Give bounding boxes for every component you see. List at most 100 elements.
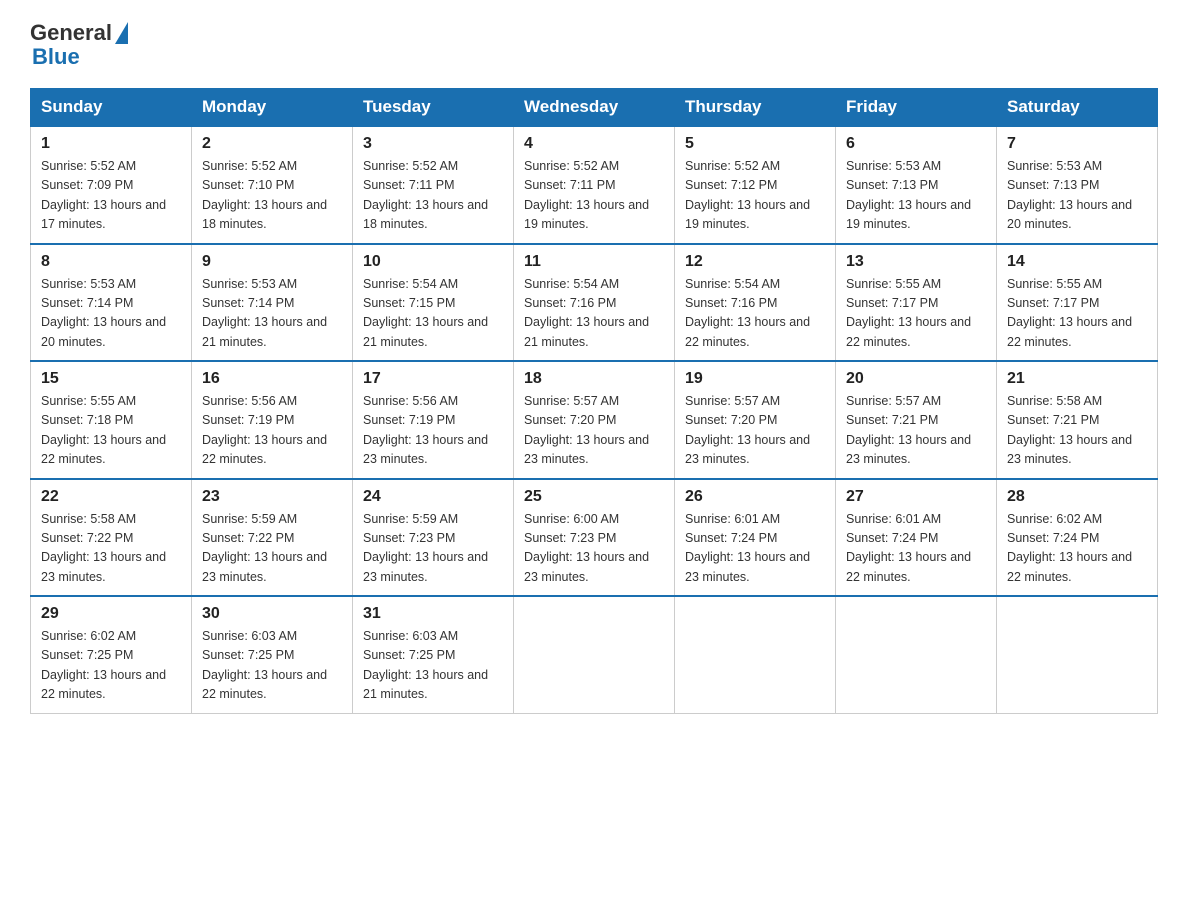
day-info: Sunrise: 5:54 AMSunset: 7:15 PMDaylight:… — [363, 275, 503, 353]
day-info: Sunrise: 6:01 AMSunset: 7:24 PMDaylight:… — [846, 510, 986, 588]
day-cell — [997, 596, 1158, 713]
logo-blue-text: Blue — [32, 44, 80, 70]
day-number: 11 — [524, 253, 664, 271]
day-info: Sunrise: 5:53 AMSunset: 7:14 PMDaylight:… — [202, 275, 342, 353]
day-info: Sunrise: 6:01 AMSunset: 7:24 PMDaylight:… — [685, 510, 825, 588]
header-cell-friday: Friday — [836, 89, 997, 127]
day-cell: 15 Sunrise: 5:55 AMSunset: 7:18 PMDayligh… — [31, 361, 192, 479]
day-info: Sunrise: 5:58 AMSunset: 7:22 PMDaylight:… — [41, 510, 181, 588]
day-cell: 7Sunrise: 5:53 AMSunset: 7:13 PMDaylight… — [997, 126, 1158, 244]
day-number: 9 — [202, 253, 342, 271]
day-cell: 18 Sunrise: 5:57 AMSunset: 7:20 PMDayligh… — [514, 361, 675, 479]
logo-general-text: General — [30, 20, 112, 46]
day-info: Sunrise: 5:52 AMSunset: 7:10 PMDaylight:… — [202, 157, 342, 235]
day-number: 25 — [524, 488, 664, 506]
day-number: 12 — [685, 253, 825, 271]
day-number: 19 — [685, 370, 825, 388]
header-cell-thursday: Thursday — [675, 89, 836, 127]
day-info: Sunrise: 5:55 AMSunset: 7:17 PMDaylight:… — [846, 275, 986, 353]
logo-line2: Blue — [30, 44, 80, 70]
day-info: Sunrise: 5:59 AMSunset: 7:22 PMDaylight:… — [202, 510, 342, 588]
day-cell: 12 Sunrise: 5:54 AMSunset: 7:16 PMDayligh… — [675, 244, 836, 362]
day-number: 3 — [363, 135, 503, 153]
logo-triangle-icon — [115, 22, 128, 44]
day-cell: 4Sunrise: 5:52 AMSunset: 7:11 PMDaylight… — [514, 126, 675, 244]
week-row-3: 15 Sunrise: 5:55 AMSunset: 7:18 PMDayligh… — [31, 361, 1158, 479]
header-cell-wednesday: Wednesday — [514, 89, 675, 127]
day-cell: 28 Sunrise: 6:02 AMSunset: 7:24 PMDayligh… — [997, 479, 1158, 597]
day-cell: 19 Sunrise: 5:57 AMSunset: 7:20 PMDayligh… — [675, 361, 836, 479]
logo-line1: General — [30, 20, 128, 46]
day-number: 21 — [1007, 370, 1147, 388]
day-number: 5 — [685, 135, 825, 153]
day-cell — [675, 596, 836, 713]
day-cell: 17 Sunrise: 5:56 AMSunset: 7:19 PMDayligh… — [353, 361, 514, 479]
day-info: Sunrise: 5:58 AMSunset: 7:21 PMDaylight:… — [1007, 392, 1147, 470]
week-row-5: 29 Sunrise: 6:02 AMSunset: 7:25 PMDayligh… — [31, 596, 1158, 713]
day-cell: 30 Sunrise: 6:03 AMSunset: 7:25 PMDayligh… — [192, 596, 353, 713]
day-info: Sunrise: 5:54 AMSunset: 7:16 PMDaylight:… — [685, 275, 825, 353]
day-number: 17 — [363, 370, 503, 388]
day-number: 1 — [41, 135, 181, 153]
day-info: Sunrise: 6:03 AMSunset: 7:25 PMDaylight:… — [363, 627, 503, 705]
header-cell-monday: Monday — [192, 89, 353, 127]
day-info: Sunrise: 6:00 AMSunset: 7:23 PMDaylight:… — [524, 510, 664, 588]
day-cell: 8 Sunrise: 5:53 AMSunset: 7:14 PMDaylight… — [31, 244, 192, 362]
day-number: 6 — [846, 135, 986, 153]
day-info: Sunrise: 5:56 AMSunset: 7:19 PMDaylight:… — [202, 392, 342, 470]
day-cell: 26 Sunrise: 6:01 AMSunset: 7:24 PMDayligh… — [675, 479, 836, 597]
week-row-2: 8 Sunrise: 5:53 AMSunset: 7:14 PMDaylight… — [31, 244, 1158, 362]
day-number: 27 — [846, 488, 986, 506]
week-row-4: 22Sunrise: 5:58 AMSunset: 7:22 PMDayligh… — [31, 479, 1158, 597]
day-number: 20 — [846, 370, 986, 388]
day-cell: 13 Sunrise: 5:55 AMSunset: 7:17 PMDayligh… — [836, 244, 997, 362]
day-number: 26 — [685, 488, 825, 506]
calendar-body: 1 Sunrise: 5:52 AMSunset: 7:09 PMDaylight… — [31, 126, 1158, 713]
day-cell: 27 Sunrise: 6:01 AMSunset: 7:24 PMDayligh… — [836, 479, 997, 597]
day-number: 18 — [524, 370, 664, 388]
day-cell: 6Sunrise: 5:53 AMSunset: 7:13 PMDaylight… — [836, 126, 997, 244]
day-number: 13 — [846, 253, 986, 271]
day-cell: 11 Sunrise: 5:54 AMSunset: 7:16 PMDayligh… — [514, 244, 675, 362]
day-cell: 23Sunrise: 5:59 AMSunset: 7:22 PMDayligh… — [192, 479, 353, 597]
calendar-table: SundayMondayTuesdayWednesdayThursdayFrid… — [30, 88, 1158, 714]
day-info: Sunrise: 5:57 AMSunset: 7:20 PMDaylight:… — [524, 392, 664, 470]
day-number: 15 — [41, 370, 181, 388]
day-info: Sunrise: 5:55 AMSunset: 7:18 PMDaylight:… — [41, 392, 181, 470]
day-info: Sunrise: 5:55 AMSunset: 7:17 PMDaylight:… — [1007, 275, 1147, 353]
day-number: 28 — [1007, 488, 1147, 506]
day-number: 2 — [202, 135, 342, 153]
day-cell: 21 Sunrise: 5:58 AMSunset: 7:21 PMDayligh… — [997, 361, 1158, 479]
day-number: 4 — [524, 135, 664, 153]
header-row: SundayMondayTuesdayWednesdayThursdayFrid… — [31, 89, 1158, 127]
day-number: 29 — [41, 605, 181, 623]
day-number: 16 — [202, 370, 342, 388]
day-cell: 29 Sunrise: 6:02 AMSunset: 7:25 PMDayligh… — [31, 596, 192, 713]
day-cell — [836, 596, 997, 713]
day-cell: 16 Sunrise: 5:56 AMSunset: 7:19 PMDayligh… — [192, 361, 353, 479]
day-cell: 5 Sunrise: 5:52 AMSunset: 7:12 PMDaylight… — [675, 126, 836, 244]
day-info: Sunrise: 6:02 AMSunset: 7:24 PMDaylight:… — [1007, 510, 1147, 588]
day-number: 8 — [41, 253, 181, 271]
day-info: Sunrise: 5:52 AMSunset: 7:12 PMDaylight:… — [685, 157, 825, 235]
day-number: 31 — [363, 605, 503, 623]
day-cell: 14Sunrise: 5:55 AMSunset: 7:17 PMDayligh… — [997, 244, 1158, 362]
day-info: Sunrise: 5:52 AMSunset: 7:09 PMDaylight:… — [41, 157, 181, 235]
day-info: Sunrise: 5:53 AMSunset: 7:14 PMDaylight:… — [41, 275, 181, 353]
day-info: Sunrise: 5:57 AMSunset: 7:21 PMDaylight:… — [846, 392, 986, 470]
day-cell: 2 Sunrise: 5:52 AMSunset: 7:10 PMDaylight… — [192, 126, 353, 244]
day-cell: 25 Sunrise: 6:00 AMSunset: 7:23 PMDayligh… — [514, 479, 675, 597]
day-info: Sunrise: 5:52 AMSunset: 7:11 PMDaylight:… — [363, 157, 503, 235]
day-info: Sunrise: 6:03 AMSunset: 7:25 PMDaylight:… — [202, 627, 342, 705]
day-info: Sunrise: 5:57 AMSunset: 7:20 PMDaylight:… — [685, 392, 825, 470]
week-row-1: 1 Sunrise: 5:52 AMSunset: 7:09 PMDaylight… — [31, 126, 1158, 244]
header: General Blue — [30, 20, 1158, 70]
day-info: Sunrise: 5:56 AMSunset: 7:19 PMDaylight:… — [363, 392, 503, 470]
day-info: Sunrise: 6:02 AMSunset: 7:25 PMDaylight:… — [41, 627, 181, 705]
day-number: 24 — [363, 488, 503, 506]
day-info: Sunrise: 5:54 AMSunset: 7:16 PMDaylight:… — [524, 275, 664, 353]
day-cell: 31 Sunrise: 6:03 AMSunset: 7:25 PMDayligh… — [353, 596, 514, 713]
day-info: Sunrise: 5:53 AMSunset: 7:13 PMDaylight:… — [1007, 157, 1147, 235]
day-number: 30 — [202, 605, 342, 623]
day-cell: 9 Sunrise: 5:53 AMSunset: 7:14 PMDaylight… — [192, 244, 353, 362]
